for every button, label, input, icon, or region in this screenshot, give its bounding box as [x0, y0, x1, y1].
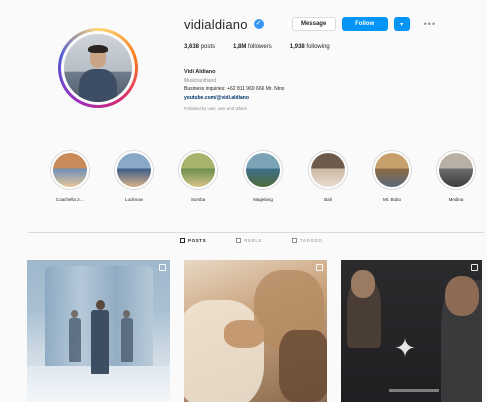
multi-photo-icon	[316, 264, 323, 271]
highlight-cover	[117, 153, 151, 187]
posts-count: 3,638 posts	[184, 44, 216, 50]
section-divider	[28, 232, 484, 233]
tab-tagged[interactable]: TAGGED	[292, 238, 322, 243]
multi-photo-icon	[159, 264, 166, 271]
profile-stats: 3,638 posts 1,8M followers 1,938 followi…	[184, 44, 330, 50]
highlight-label: Sumba	[190, 197, 206, 202]
tagged-icon	[292, 238, 298, 243]
highlight-cover	[439, 153, 473, 187]
highlight-label: Magelang	[253, 197, 273, 202]
suggested-dropdown-button[interactable]: ▾	[393, 17, 410, 31]
reels-icon	[236, 238, 242, 243]
avatar	[64, 34, 132, 102]
bio-text: Business inquiries: +62 811 969 666 Mr. …	[184, 86, 285, 92]
post-tile[interactable]	[27, 260, 170, 402]
highlight-cover	[53, 153, 87, 187]
profile-category: Musician/band	[184, 77, 217, 84]
verified-badge-icon: ✓	[253, 19, 264, 29]
followers-count[interactable]: 1,8M followers	[233, 44, 272, 50]
profile-bio: Vidi Aldiano Musician/band Business inqu…	[184, 68, 424, 114]
highlight-label: Medina	[448, 197, 464, 202]
more-options-icon[interactable]: •••	[424, 19, 436, 29]
highlight-item[interactable]: Mt. Bobo	[366, 150, 418, 202]
highlight-cover	[181, 153, 215, 187]
highlight-cover	[246, 153, 280, 187]
post-tile[interactable]: ✦	[341, 260, 482, 402]
profile-avatar-ring[interactable]	[58, 28, 138, 108]
highlight-item[interactable]: Coachella 2…	[44, 150, 96, 202]
highlight-item[interactable]: Lucknow	[108, 150, 160, 202]
highlight-item[interactable]: Magelang	[237, 150, 289, 202]
followed-by-text[interactable]: Followed by user, user and others	[184, 105, 424, 114]
tab-posts[interactable]: POSTS	[180, 238, 206, 243]
highlight-label: Mt. Bobo	[382, 197, 401, 202]
message-button[interactable]: Message	[291, 17, 336, 31]
follow-button[interactable]: Follow	[341, 17, 388, 31]
grid-icon	[180, 238, 185, 243]
tab-reels[interactable]: REELS	[236, 238, 262, 243]
star-logo-icon: ✦	[394, 333, 416, 363]
highlight-item[interactable]: Sumba	[172, 150, 224, 202]
profile-header: vidialdiano ✓ Message Follow ▾ ••• 3,638…	[0, 0, 487, 140]
profile-tabs: POSTS REELS TAGGED	[180, 238, 322, 243]
display-name: Vidi Aldiano	[184, 69, 216, 75]
highlight-item[interactable]: Medina	[430, 150, 482, 202]
highlight-label: Coachella 2…	[55, 197, 85, 202]
highlight-cover	[375, 153, 409, 187]
highlight-cover	[311, 153, 345, 187]
profile-topline: vidialdiano ✓ Message Follow ▾ •••	[184, 16, 436, 32]
highlight-label: Lucknow	[125, 197, 143, 202]
username: vidialdiano	[184, 16, 248, 32]
post-tile[interactable]	[184, 260, 327, 402]
posts-grid: ✦	[27, 260, 482, 402]
highlight-label: Bali	[324, 197, 332, 202]
bio-link[interactable]: youtube.com/@vidi.aldiano	[184, 94, 424, 103]
story-highlights: Coachella 2… Lucknow Sumba Magelang Bali…	[44, 150, 484, 210]
highlight-item[interactable]: Bali	[302, 150, 354, 202]
following-count[interactable]: 1,938 following	[290, 44, 330, 50]
reel-icon	[471, 264, 478, 271]
